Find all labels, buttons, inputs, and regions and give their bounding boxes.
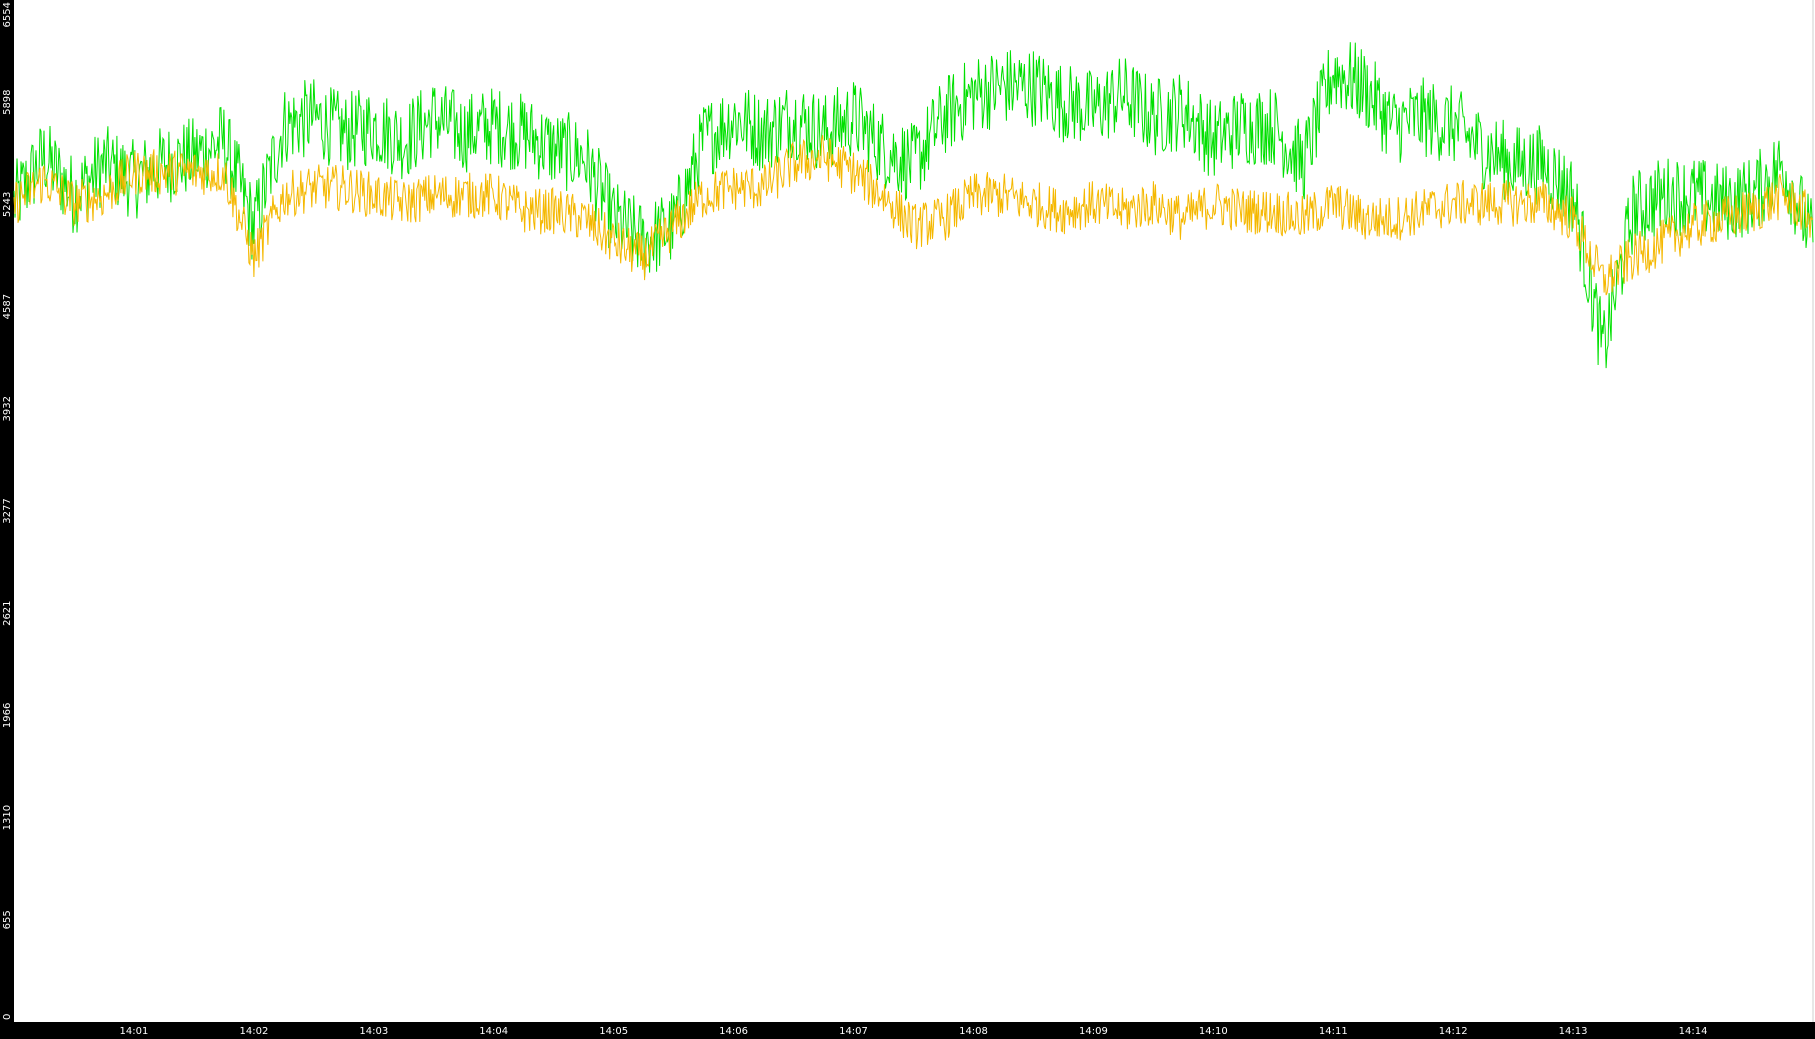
- x-tick-label: 14:09: [1079, 1026, 1108, 1037]
- x-tick-label: 14:04: [479, 1026, 508, 1037]
- y-tick-label: 3932: [2, 396, 13, 421]
- y-tick-label: 1310: [2, 805, 13, 830]
- x-tick-label: 14:10: [1199, 1026, 1228, 1037]
- x-tick-label: 14:01: [119, 1026, 148, 1037]
- y-tick-label: 4587: [2, 294, 13, 319]
- x-tick-label: 14:06: [719, 1026, 748, 1037]
- x-axis-band: [0, 1022, 1815, 1039]
- y-tick-label: 1966: [2, 703, 13, 728]
- y-tick-label: 5243: [2, 192, 13, 217]
- x-tick-label: 14:05: [599, 1026, 628, 1037]
- y-tick-label: 3277: [2, 498, 13, 523]
- line-chart: 0 655 1310 1966 2621 3277 3932 4587 5243 5898 6554…: [0, 0, 1815, 1039]
- chart-area: 0 655 1310 1966 2621 3277 3932 4587 5243 5898 6554…: [0, 0, 1815, 1039]
- y-tick-label: 0: [2, 1014, 13, 1020]
- x-tick-label: 14:02: [239, 1026, 268, 1037]
- x-tick-label: 14:11: [1319, 1026, 1348, 1037]
- y-tick-label: 655: [2, 910, 13, 929]
- y-tick-label: 5898: [2, 89, 13, 114]
- x-tick-label: 14:03: [359, 1026, 388, 1037]
- x-tick-label: 14:14: [1679, 1026, 1708, 1037]
- y-tick-label: 6554: [2, 2, 13, 27]
- x-tick-label: 14:07: [839, 1026, 868, 1037]
- x-tick-label: 14:08: [959, 1026, 988, 1037]
- y-tick-label: 2621: [2, 600, 13, 625]
- x-tick-label: 14:13: [1559, 1026, 1588, 1037]
- x-tick-label: 14:12: [1439, 1026, 1468, 1037]
